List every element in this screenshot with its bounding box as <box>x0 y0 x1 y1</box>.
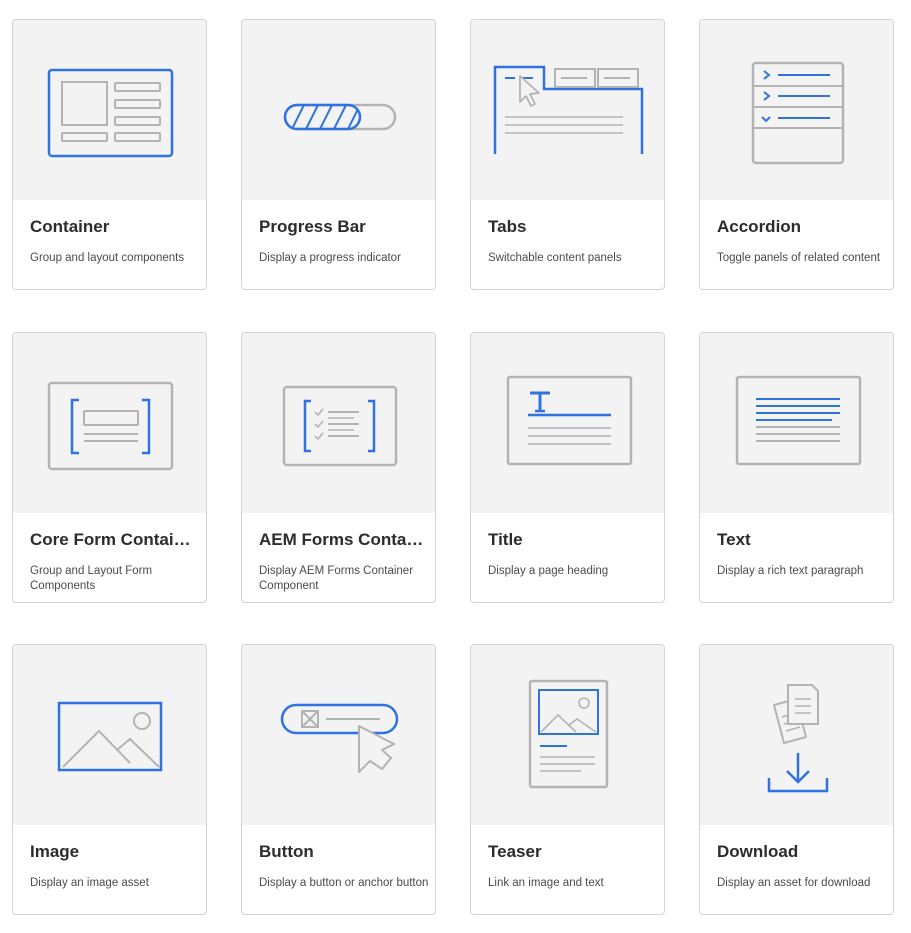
card-title: Progress Bar <box>259 217 366 236</box>
component-card-accordion[interactable]: Accordion Toggle panels of related conte… <box>699 19 894 290</box>
card-description: Display a button or anchor button <box>259 877 429 889</box>
aem-forms-container-icon <box>282 385 398 467</box>
container-icon <box>47 68 174 158</box>
card-description: Display a rich text paragraph <box>717 565 864 577</box>
card-title: Accordion <box>717 217 802 236</box>
teaser-icon <box>528 679 609 789</box>
card-title: Teaser <box>488 842 542 861</box>
card-thumbnail <box>13 333 206 513</box>
card-thumbnail <box>242 20 435 200</box>
component-card-download[interactable]: Download Display an asset for download <box>699 644 894 915</box>
core-form-container-icon <box>47 381 174 471</box>
component-card-button[interactable]: Button Display a button or anchor button <box>241 644 436 915</box>
card-title: Download <box>717 842 799 861</box>
card-title: Container <box>30 217 110 236</box>
card-title: Image <box>30 842 80 861</box>
component-card-progress-bar[interactable]: Progress Bar Display a progress indicato… <box>241 19 436 290</box>
card-title: Button <box>259 842 314 861</box>
card-title: Title <box>488 530 523 549</box>
card-thumbnail <box>471 645 664 825</box>
component-card-title[interactable]: Title Display a page heading <box>470 332 665 603</box>
card-description: Switchable content panels <box>488 252 622 264</box>
card-thumbnail <box>242 645 435 825</box>
card-thumbnail <box>242 333 435 513</box>
card-title: Core Form Container <box>30 530 195 549</box>
card-thumbnail <box>13 645 206 825</box>
card-thumbnail <box>13 20 206 200</box>
component-card-text[interactable]: Text Display a rich text paragraph <box>699 332 894 603</box>
component-card-core-form-container[interactable]: Core Form Container Group and Layout For… <box>12 332 207 603</box>
card-description: Toggle panels of related content <box>717 252 881 264</box>
card-description: Display a progress indicator <box>259 252 401 264</box>
card-description: Group and Layout Form Components <box>30 565 153 592</box>
button-icon <box>280 703 399 773</box>
component-card-container[interactable]: Container Group and layout components <box>12 19 207 290</box>
card-description: Display an asset for download <box>717 877 871 889</box>
image-icon <box>57 701 163 772</box>
card-title: AEM Forms Container <box>259 530 424 549</box>
component-card-tabs[interactable]: Tabs Switchable content panels <box>470 19 665 290</box>
text-icon <box>735 375 862 466</box>
card-description: Display AEM Forms Container Component <box>259 565 414 592</box>
card-description: Display a page heading <box>488 565 609 577</box>
download-icon <box>767 684 829 793</box>
card-thumbnail <box>471 20 664 200</box>
progress-bar-icon <box>283 103 397 131</box>
card-thumbnail <box>471 333 664 513</box>
card-title: Text <box>717 530 751 549</box>
component-card-aem-forms-container[interactable]: AEM Forms Container Display AEM Forms Co… <box>241 332 436 603</box>
card-thumbnail <box>700 20 893 200</box>
card-description: Group and layout components <box>30 252 185 264</box>
card-thumbnail <box>700 645 893 825</box>
component-card-image[interactable]: Image Display an image asset <box>12 644 207 915</box>
card-description: Link an image and text <box>488 877 604 889</box>
accordion-icon <box>751 61 845 165</box>
tabs-icon <box>493 65 644 154</box>
component-card-teaser[interactable]: Teaser Link an image and text <box>470 644 665 915</box>
card-title: Tabs <box>488 217 527 236</box>
card-thumbnail <box>700 333 893 513</box>
card-description: Display an image asset <box>30 877 149 889</box>
title-icon <box>506 375 633 466</box>
